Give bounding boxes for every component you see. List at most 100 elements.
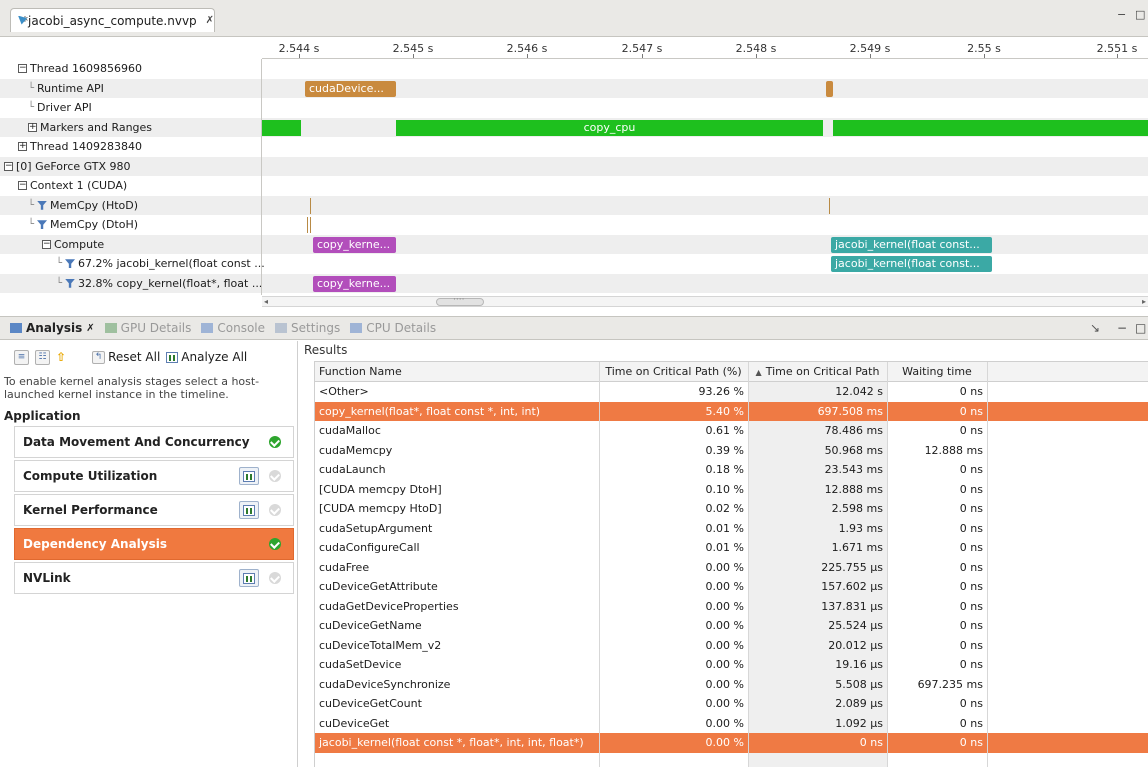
up-arrow-icon[interactable]: ⇧ (56, 350, 66, 364)
timeline-row-memcpy-htod[interactable]: └ MemCpy (HtoD) (0, 195, 1148, 215)
compute-bar-jacobi-kernel[interactable]: jacobi_kernel(float const... (831, 236, 992, 253)
timeline-row-markers-and-ranges[interactable]: + Markers and Ranges copy_cpu (0, 117, 1148, 137)
analyze-stage-button[interactable] (239, 467, 259, 485)
col-header-time-critical-pct[interactable]: Time on Critical Path (%) (599, 362, 748, 382)
table-row[interactable]: cudaSetDevice 0.00 % 19.16 µs 0 ns (315, 655, 1148, 675)
timeline-row-jacobi-kernel[interactable]: └ 67.2% jacobi_kernel(float const ... ja… (0, 254, 1148, 274)
scrollbar-thumb[interactable]: ···· (436, 295, 484, 306)
table-row[interactable]: [CUDA memcpy DtoH] 0.10 % 12.888 ms 0 ns (315, 480, 1148, 500)
table-row[interactable]: cuDeviceGetAttribute 0.00 % 157.602 µs 0 ns (315, 577, 1148, 597)
timeline-row-geforce-gtx-980[interactable]: − [0] GeForce GTX 980 (0, 156, 1148, 176)
kernel-bar-copy-kernel[interactable]: copy_kerne... (313, 275, 396, 292)
tree-divider[interactable] (261, 59, 262, 295)
table-row[interactable]: [CUDA memcpy HtoD] 0.02 % 2.598 ms 0 ns (315, 499, 1148, 519)
analysis-toolbar: ≡ ☷ ⇧ ↰ Reset All Analyze All (14, 348, 247, 366)
col-header-function-name[interactable]: Function Name (315, 362, 599, 382)
timeline-row-thread-1409283840[interactable]: + Thread 1409283840 (0, 137, 1148, 157)
table-row[interactable]: cudaFree 0.00 % 225.755 µs 0 ns (315, 558, 1148, 578)
tab-gpu-details[interactable]: GPU Details (104, 321, 191, 335)
table-row[interactable]: cudaLaunch 0.18 % 23.543 ms 0 ns (315, 460, 1148, 480)
horizontal-scrollbar[interactable]: ◂ ···· ▸ (262, 295, 1148, 307)
table-row[interactable]: copy_kernel(float*, float const *, int, … (315, 401, 1148, 421)
stage-label: NVLink (23, 571, 71, 585)
column-divider[interactable] (748, 362, 749, 767)
time-ruler[interactable]: 2.544 s 2.545 s 2.546 s 2.547 s 2.548 s … (262, 37, 1148, 58)
table-row[interactable]: cuDeviceGetName 0.00 % 25.524 µs 0 ns (315, 616, 1148, 636)
memcpy-dtoh-mark[interactable] (310, 217, 311, 233)
table-row[interactable]: cuDeviceGetCount 0.00 % 2.089 µs 0 ns (315, 694, 1148, 714)
kernel-bar-jacobi-kernel[interactable]: jacobi_kernel(float const... (831, 256, 992, 272)
view-minimize-icon[interactable]: − (1117, 321, 1127, 335)
marker-bar-copy-cpu[interactable]: copy_cpu (396, 119, 823, 136)
reset-all-button[interactable]: ↰ Reset All (92, 350, 160, 364)
memcpy-htod-mark[interactable] (829, 197, 830, 214)
stage-dependency-analysis[interactable]: Dependency Analysis (14, 528, 294, 560)
compute-bar-copy-kernel[interactable]: copy_kerne... (313, 236, 396, 253)
cell-function-name: cudaGetDeviceProperties (319, 599, 459, 613)
stage-compute-utilization[interactable]: Compute Utilization (14, 460, 294, 492)
view-maximize-icon[interactable]: □ (1135, 321, 1146, 335)
table-row[interactable]: <Other> 93.26 % 12.042 s 0 ns (315, 382, 1148, 402)
analyze-stage-button[interactable] (239, 569, 259, 587)
scrollbar-grip-icon: ···· (453, 295, 465, 305)
marker-bar[interactable] (262, 119, 301, 136)
column-divider[interactable] (599, 362, 600, 767)
collapse-icon[interactable]: − (18, 181, 27, 191)
cell-function-name: jacobi_kernel(float const *, float*, int… (319, 736, 584, 749)
timeline-row-context-1[interactable]: − Context 1 (CUDA) (0, 176, 1148, 196)
scroll-right-icon[interactable]: ▸ (1142, 297, 1146, 306)
column-divider[interactable] (887, 362, 888, 767)
analyze-stage-button[interactable] (239, 501, 259, 519)
table-row[interactable]: cudaDeviceSynchronize 0.00 % 5.508 µs 697.2… (315, 675, 1148, 695)
expand-icon[interactable]: + (28, 122, 37, 132)
tab-analysis[interactable]: Analysis ✗ (10, 321, 95, 335)
stage-data-movement-and-concurrency[interactable]: Data Movement And Concurrency (14, 426, 294, 458)
results-table[interactable]: Function Name Time on Critical Path (%) … (314, 361, 1148, 767)
minimize-icon[interactable]: − (1117, 8, 1126, 21)
timeline-view[interactable]: 2.544 s 2.545 s 2.546 s 2.547 s 2.548 s … (0, 36, 1148, 308)
row-label-wrap: └ 67.2% jacobi_kernel(float const ... (56, 254, 265, 274)
table-row[interactable]: cuDeviceTotalMem_v2 0.00 % 20.012 µs 0 ns (315, 636, 1148, 656)
scroll-left-icon[interactable]: ◂ (264, 297, 268, 306)
table-row[interactable]: cudaMalloc 0.61 % 78.486 ms 0 ns (315, 421, 1148, 441)
timeline-row-copy-kernel[interactable]: └ 32.8% copy_kernel(float*, float ... co… (0, 273, 1148, 293)
editor-tab-close-icon[interactable]: ✗ (206, 15, 214, 26)
table-row[interactable]: cuDeviceGet 0.00 % 1.092 µs 0 ns (315, 714, 1148, 734)
table-row[interactable]: cudaGetDeviceProperties 0.00 % 137.831 µs 0… (315, 597, 1148, 617)
stage-nvlink[interactable]: NVLink (14, 562, 294, 594)
view-menu-icon[interactable]: ↘ (1090, 321, 1100, 335)
collapse-icon[interactable]: − (4, 161, 13, 171)
runtime-api-bar-cuda-device[interactable]: cudaDevice... (305, 80, 396, 97)
timeline-row-thread-1609856960[interactable]: − Thread 1609856960 (0, 59, 1148, 79)
tab-close-icon[interactable]: ✗ (86, 323, 94, 334)
analysis-icon (10, 323, 22, 333)
timeline-row-driver-api[interactable]: └ Driver API (0, 98, 1148, 118)
table-row[interactable]: jacobi_kernel(float const *, float*, int… (315, 733, 1148, 753)
tab-settings[interactable]: Settings (275, 321, 340, 335)
runtime-api-bar[interactable] (826, 80, 833, 97)
unguided-mode-icon[interactable]: ☷ (35, 349, 50, 365)
expand-icon[interactable]: + (18, 142, 27, 152)
reset-icon: ↰ (92, 350, 106, 364)
maximize-icon[interactable]: □ (1135, 8, 1145, 21)
tab-cpu-details[interactable]: CPU Details (350, 321, 436, 335)
memcpy-htod-mark[interactable] (310, 197, 311, 214)
analyze-all-button[interactable]: Analyze All (166, 350, 247, 364)
editor-tab-jacobi-async-compute[interactable]: *jacobi_async_compute.nvvp ✗ (10, 8, 215, 32)
stage-kernel-performance[interactable]: Kernel Performance (14, 494, 294, 526)
memcpy-dtoh-mark[interactable] (307, 217, 308, 233)
column-divider[interactable] (987, 362, 988, 767)
table-row[interactable]: cudaMemcpy 0.39 % 50.968 ms 12.888 ms (315, 441, 1148, 461)
timeline-row-runtime-api[interactable]: └ Runtime API cudaDevice... (0, 78, 1148, 98)
guided-mode-icon[interactable]: ≡ (14, 349, 29, 365)
timeline-row-memcpy-dtoh[interactable]: └ MemCpy (DtoH) (0, 215, 1148, 235)
col-header-time-critical[interactable]: ▲ Time on Critical Path (748, 362, 887, 382)
col-header-waiting-time[interactable]: Waiting time (887, 362, 987, 382)
timeline-row-compute[interactable]: − Compute copy_kerne... jacobi_kernel(fl… (0, 234, 1148, 254)
collapse-icon[interactable]: − (42, 239, 51, 249)
table-row[interactable]: cudaConfigureCall 0.01 % 1.671 ms 0 ns (315, 538, 1148, 558)
collapse-icon[interactable]: − (18, 64, 27, 74)
table-row[interactable]: cudaSetupArgument 0.01 % 1.93 ms 0 ns (315, 519, 1148, 539)
tab-console[interactable]: Console (201, 321, 265, 335)
marker-bar[interactable] (833, 119, 1148, 136)
